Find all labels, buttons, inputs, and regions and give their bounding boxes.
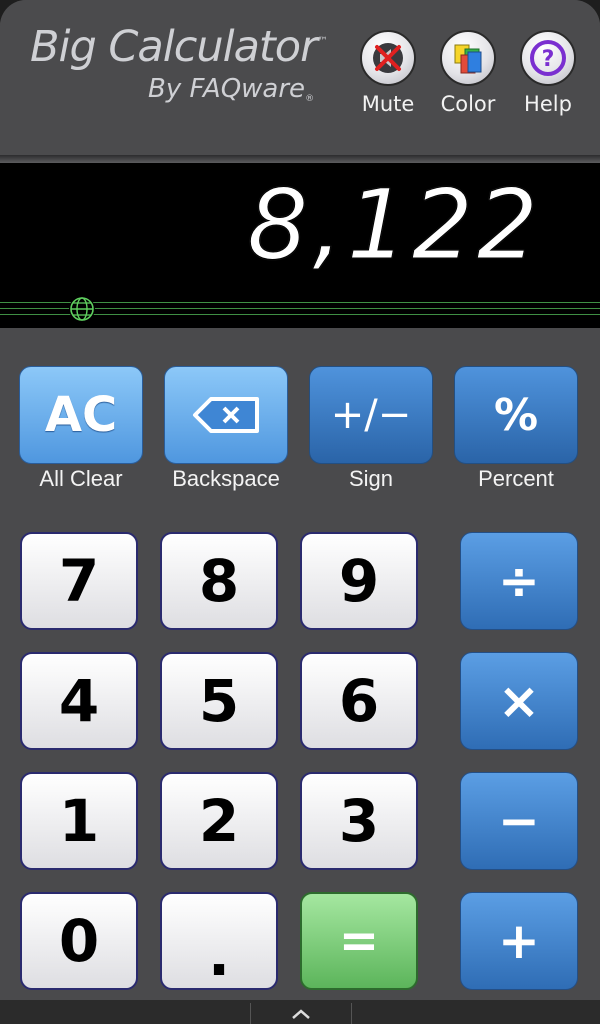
trademark-symbol: ™ (317, 36, 328, 47)
divide-text: ÷ (498, 552, 540, 610)
digit-0-text: 0 (58, 907, 100, 975)
digit-6-button[interactable]: 6 (300, 652, 418, 750)
digit-6-text: 6 (338, 667, 380, 735)
decimal-point-button[interactable]: . (160, 892, 278, 990)
decimal-point-text: . (207, 921, 231, 989)
equals-button[interactable]: = (300, 892, 418, 990)
app-subtitle: By FAQware® (148, 74, 314, 104)
app-title-text: Big Calculator (30, 22, 318, 72)
display-panel: 8,122 (0, 163, 600, 328)
digit-7-button[interactable]: 7 (20, 532, 138, 630)
sign-label: Sign (348, 466, 394, 491)
digit-7-text: 7 (58, 547, 100, 615)
color-button[interactable]: Color (437, 30, 499, 116)
globe-icon[interactable] (69, 296, 95, 322)
mute-button[interactable]: Mute (357, 30, 419, 116)
backspace-label: Backspace (172, 466, 280, 491)
digit-3-text: 3 (338, 787, 380, 855)
digit-8-text: 8 (198, 547, 240, 615)
plus-button[interactable]: + (460, 892, 578, 990)
digit-4-button[interactable]: 4 (20, 652, 138, 750)
digit-5-text: 5 (198, 667, 240, 735)
all-clear-text: AC (44, 387, 118, 443)
mute-icon (360, 30, 416, 86)
calculator-app: Big Calculator™ By FAQware® Mute Color ?… (0, 0, 600, 1024)
mute-label: Mute (361, 92, 415, 116)
color-icon (440, 30, 496, 86)
app-title: Big Calculator™ (30, 22, 328, 72)
help-icon: ? (520, 30, 576, 86)
help-button[interactable]: ? Help (517, 30, 579, 116)
divide-button[interactable]: ÷ (460, 532, 578, 630)
digit-9-text: 9 (338, 547, 380, 615)
multiply-button[interactable]: × (460, 652, 578, 750)
header: Big Calculator™ By FAQware® Mute Color ?… (0, 0, 600, 155)
help-label: Help (524, 92, 572, 116)
percent-text: % (493, 389, 539, 441)
registered-symbol: ® (305, 94, 315, 104)
chevron-up-icon (292, 1008, 310, 1019)
expand-handle[interactable] (250, 1003, 352, 1024)
backspace-button[interactable] (164, 366, 288, 464)
digit-1-button[interactable]: 1 (20, 772, 138, 870)
minus-text: − (498, 792, 540, 850)
sign-text: +/− (330, 392, 412, 438)
digit-4-text: 4 (58, 667, 100, 735)
backspace-icon (193, 397, 259, 433)
sign-button[interactable]: +/− (309, 366, 433, 464)
plus-text: + (498, 912, 540, 970)
app-subtitle-text: By FAQware (148, 74, 306, 104)
digit-0-button[interactable]: 0 (20, 892, 138, 990)
digit-3-button[interactable]: 3 (300, 772, 418, 870)
percent-button[interactable]: % (454, 366, 578, 464)
digit-5-button[interactable]: 5 (160, 652, 278, 750)
digit-2-text: 2 (198, 787, 240, 855)
svg-text:?: ? (542, 47, 555, 72)
digit-2-button[interactable]: 2 (160, 772, 278, 870)
display-value: 8,122 (247, 169, 542, 282)
header-divider (0, 155, 600, 163)
digit-1-text: 1 (58, 787, 100, 855)
equals-text: = (338, 913, 380, 969)
color-label: Color (440, 92, 496, 116)
all-clear-button[interactable]: AC (19, 366, 143, 464)
digit-9-button[interactable]: 9 (300, 532, 418, 630)
all-clear-label: All Clear (39, 466, 123, 491)
multiply-text: × (498, 672, 540, 730)
minus-button[interactable]: − (460, 772, 578, 870)
percent-label: Percent (478, 466, 554, 491)
digit-8-button[interactable]: 8 (160, 532, 278, 630)
